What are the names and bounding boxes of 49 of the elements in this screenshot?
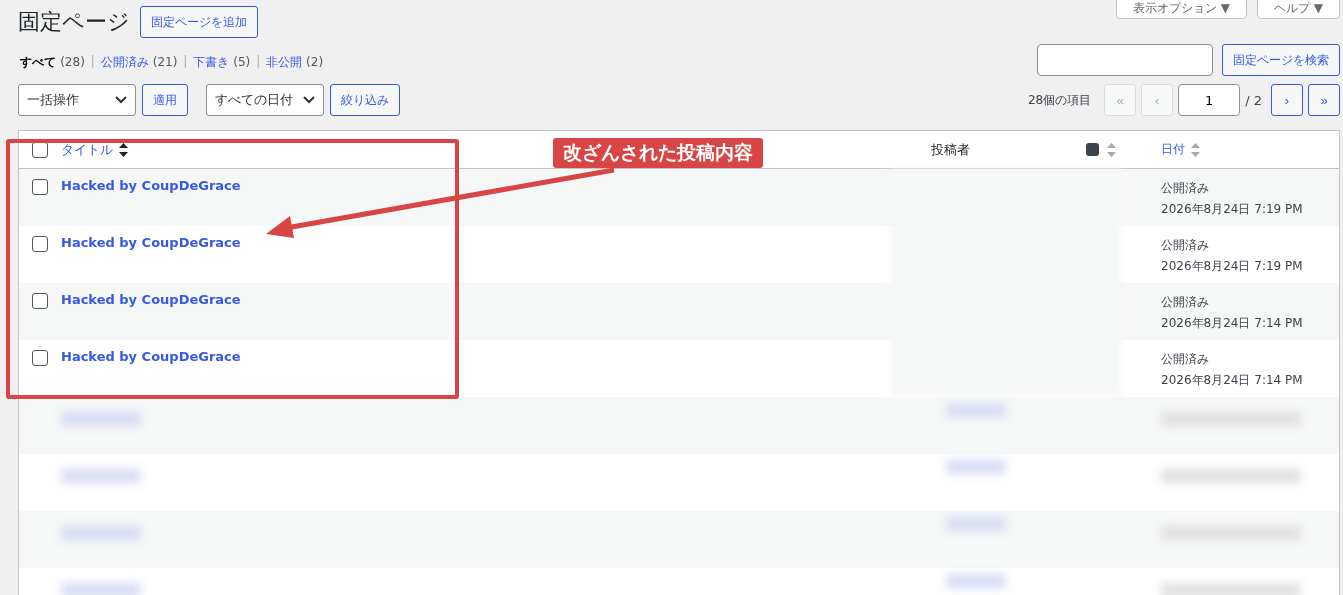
pagination-button[interactable]: › (1271, 84, 1303, 116)
status-text: 公開済み (1161, 294, 1210, 311)
status-filter-link[interactable]: 公開済み (21) (100, 54, 178, 76)
status-text: 公開済み (1161, 237, 1210, 254)
filter-button[interactable]: 絞り込み (330, 84, 400, 116)
search-field[interactable] (1037, 44, 1213, 76)
add-page-button[interactable]: 固定ページを追加 (140, 6, 258, 38)
row-checkbox[interactable] (32, 179, 48, 195)
blurred-author (946, 460, 1006, 474)
status-filter-link[interactable]: すべて (28) (20, 54, 85, 76)
row-checkbox[interactable] (32, 293, 48, 309)
page-title-link[interactable]: Hacked by CoupDeGrace (61, 349, 241, 364)
page-title-link[interactable]: Hacked by CoupDeGrace (61, 178, 241, 193)
sort-icon (119, 142, 128, 157)
date-text: 2026年8月24日 7:19 PM (1161, 201, 1304, 218)
sort-icon (1191, 142, 1200, 157)
page-number-field[interactable]: 1 (1178, 84, 1241, 116)
title-column-header[interactable]: タイトル (61, 140, 113, 159)
bulk-action-dropdown[interactable]: 一括操作 (18, 84, 136, 116)
annotation-label: 改ざんされた投稿内容 (553, 138, 763, 168)
chevron-down-icon (115, 96, 127, 104)
search-button[interactable]: 固定ページを検索 (1222, 44, 1340, 76)
item-count: 28個の項目 (1027, 91, 1092, 109)
row-checkbox[interactable] (32, 350, 48, 366)
page-title: 固定ページ (18, 8, 130, 36)
blurred-author (946, 574, 1006, 588)
sort-icon (1107, 142, 1116, 157)
date-text: 2026年8月24日 7:14 PM (1161, 372, 1304, 389)
page-title-link[interactable]: Hacked by CoupDeGrace (61, 235, 241, 250)
row-checkbox[interactable] (32, 236, 48, 252)
author-column-header: 投稿者 (931, 141, 970, 157)
apply-button[interactable]: 適用 (142, 84, 188, 116)
date-filter-dropdown[interactable]: すべての日付 (206, 84, 324, 116)
separator: | (183, 54, 188, 70)
date-text: 2026年8月24日 7:14 PM (1161, 315, 1304, 332)
date-column-header[interactable]: 日付 (1161, 139, 1185, 160)
pagination-button[interactable]: » (1308, 84, 1340, 116)
page-total: / 2 (1245, 92, 1262, 108)
status-filter-link[interactable]: 非公開 (2) (266, 54, 324, 76)
page-title-link[interactable]: Hacked by CoupDeGrace (61, 292, 241, 307)
header-tab-button[interactable]: 表示オプション ▼ (1115, 0, 1247, 19)
status-text: 公開済み (1161, 351, 1210, 368)
header-tab-button[interactable]: ヘルプ ▼ (1256, 0, 1340, 19)
date-text: 2026年8月24日 7:19 PM (1161, 258, 1304, 275)
status-text: 公開済み (1161, 180, 1210, 197)
separator: | (256, 54, 261, 70)
separator: | (90, 54, 95, 70)
status-filter-link[interactable]: 下書き (5) (193, 54, 251, 76)
chevron-down-icon (303, 96, 315, 104)
